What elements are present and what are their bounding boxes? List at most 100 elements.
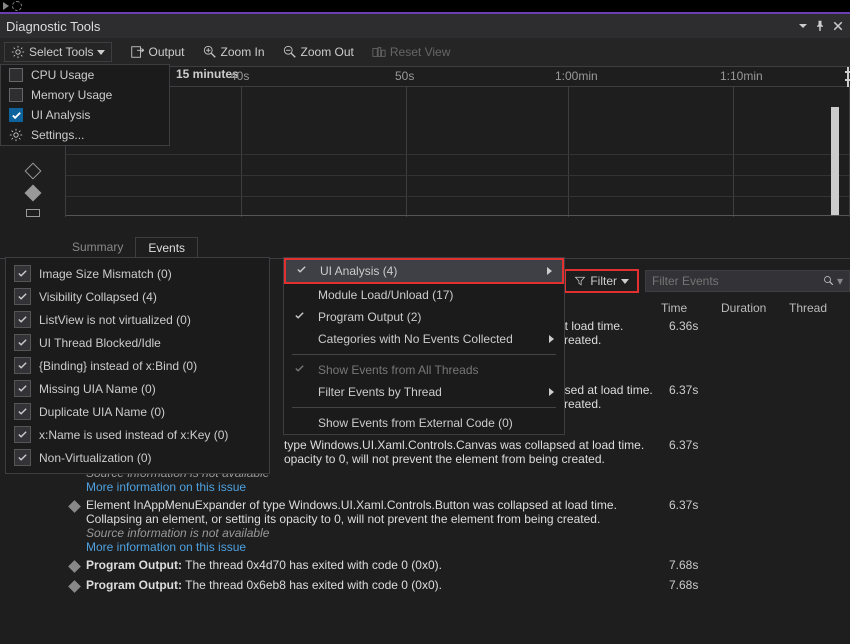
menu-label: Memory Usage [31, 88, 112, 102]
checklist-item[interactable]: {Binding} instead of x:Bind (0) [6, 354, 269, 377]
event-row[interactable]: Program Output: The thread 0x4d70 has ex… [0, 556, 850, 576]
filter-item-label: Categories with No Events Collected [318, 332, 513, 346]
check-icon [17, 452, 28, 463]
checkbox[interactable] [9, 68, 23, 82]
filter-item-label: Show Events from All Threads [318, 363, 479, 377]
tab-events[interactable]: Events [135, 237, 198, 259]
search-icon[interactable] [823, 275, 835, 287]
event-time: 6.37s [669, 438, 729, 452]
checklist-item[interactable]: UI Thread Blocked/Idle [6, 331, 269, 354]
checkbox-checked[interactable] [14, 380, 31, 397]
filter-button[interactable]: Filter [564, 269, 639, 293]
check-icon [17, 268, 28, 279]
checkbox-checked[interactable] [14, 334, 31, 351]
diamond-icon [68, 560, 81, 573]
filter-item-categories[interactable]: Categories with No Events Collected [284, 328, 564, 350]
expand-caret-icon[interactable] [3, 2, 9, 10]
top-bar [0, 0, 850, 14]
checklist-item[interactable]: Non-Virtualization (0) [6, 446, 269, 469]
event-text: Element InAppMenuExpander of type Window… [86, 498, 617, 512]
more-info-link[interactable]: More information on this issue [86, 480, 669, 494]
filter-item-module-load[interactable]: Module Load/Unload (17) [284, 284, 564, 306]
checklist-label: Visibility Collapsed (4) [39, 290, 157, 304]
filter-item-label: UI Analysis (4) [320, 264, 397, 278]
event-row[interactable]: Element InAppMenuExpander of type Window… [0, 496, 850, 556]
menu-item-settings[interactable]: Settings... [1, 125, 169, 145]
time-tick: 50s [395, 69, 414, 83]
tab-summary[interactable]: Summary [60, 237, 135, 258]
tabs-row: Summary Events [0, 237, 850, 259]
checklist-item[interactable]: Duplicate UIA Name (0) [6, 400, 269, 423]
filter-label: Filter [590, 274, 617, 288]
event-prefix: Program Output: [86, 558, 182, 572]
menu-label: Settings... [31, 128, 84, 142]
filter-events-input-wrapper: ▾ [645, 270, 850, 292]
panel-header: Diagnostic Tools [0, 14, 850, 38]
checkbox-checked[interactable] [14, 449, 31, 466]
filter-dropdown-menu: UI Analysis (4) Module Load/Unload (17) … [283, 257, 565, 435]
event-row[interactable]: Program Output: The thread 0x6eb8 has ex… [0, 576, 850, 596]
checkbox-checked[interactable] [14, 357, 31, 374]
checklist-item[interactable]: x:Name is used instead of x:Key (0) [6, 423, 269, 446]
more-info-link[interactable]: More information on this issue [86, 540, 669, 554]
select-tools-button[interactable]: Select Tools [4, 42, 112, 62]
checkbox-checked[interactable] [14, 311, 31, 328]
filter-item-ui-analysis[interactable]: UI Analysis (4) [284, 258, 564, 284]
filter-item-all-threads: Show Events from All Threads [284, 359, 564, 381]
diamond-icon [24, 185, 41, 202]
check-icon [294, 363, 305, 377]
event-time: 6.37s [669, 383, 729, 397]
checkbox-checked[interactable] [14, 265, 31, 282]
window-dropdown-icon[interactable] [798, 21, 808, 31]
filter-item-by-thread[interactable]: Filter Events by Thread [284, 381, 564, 403]
checklist-label: Duplicate UIA Name (0) [39, 405, 165, 419]
reset-view-label: Reset View [390, 45, 450, 59]
checkbox-checked[interactable] [14, 288, 31, 305]
output-button[interactable]: Output [130, 45, 184, 59]
menu-item-ui-analysis[interactable]: UI Analysis [1, 105, 169, 125]
check-icon [296, 264, 307, 278]
menu-item-cpu-usage[interactable]: CPU Usage [1, 65, 169, 85]
gear-icon[interactable] [12, 1, 22, 11]
filter-events-input[interactable] [652, 274, 823, 288]
filter-item-program-output[interactable]: Program Output (2) [284, 306, 564, 328]
col-thread[interactable]: Thread [789, 301, 844, 315]
checkbox-checked[interactable] [14, 426, 31, 443]
separator [292, 407, 556, 408]
event-time: 6.37s [669, 498, 729, 512]
zoom-out-icon [283, 45, 297, 59]
check-icon [17, 406, 28, 417]
col-time[interactable]: Time [661, 301, 721, 315]
ruler-right-edge [847, 67, 849, 87]
close-icon[interactable] [832, 20, 844, 32]
checkbox-checked[interactable] [9, 108, 23, 122]
check-icon [17, 314, 28, 325]
time-tick: 1:00min [555, 69, 598, 83]
checklist-item[interactable]: Visibility Collapsed (4) [6, 285, 269, 308]
col-duration[interactable]: Duration [721, 301, 789, 315]
event-text: at load time. [558, 319, 623, 333]
timeline-scrubber[interactable] [831, 107, 839, 215]
checklist-label: {Binding} instead of x:Bind (0) [39, 359, 197, 373]
zoom-in-button[interactable]: Zoom In [203, 45, 265, 59]
zoom-out-label: Zoom Out [301, 45, 354, 59]
checkbox-checked[interactable] [14, 403, 31, 420]
funnel-icon [574, 275, 586, 287]
toolbar: Select Tools Output Zoom In Zoom Out Res… [0, 38, 850, 67]
zoom-out-button[interactable]: Zoom Out [283, 45, 354, 59]
reset-view-button[interactable]: Reset View [372, 45, 450, 59]
timeline-chart[interactable] [65, 87, 850, 217]
checkbox[interactable] [9, 88, 23, 102]
menu-item-memory-usage[interactable]: Memory Usage [1, 85, 169, 105]
pin-icon[interactable] [814, 20, 826, 32]
separator [292, 354, 556, 355]
checklist-item[interactable]: Image Size Mismatch (0) [6, 262, 269, 285]
chevron-down-icon [97, 50, 105, 55]
submenu-arrow-icon [547, 267, 552, 275]
filter-item-external-code[interactable]: Show Events from External Code (0) [284, 412, 564, 434]
checklist-item[interactable]: ListView is not virtualized (0) [6, 308, 269, 331]
checklist-item[interactable]: Missing UIA Name (0) [6, 377, 269, 400]
rectangle-icon [26, 209, 40, 217]
diamond-icon [68, 500, 81, 513]
time-tick: 1:10min [720, 69, 763, 83]
